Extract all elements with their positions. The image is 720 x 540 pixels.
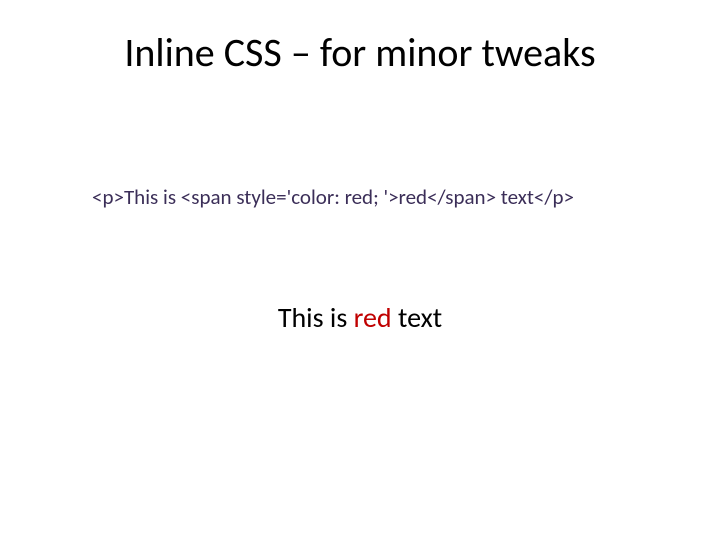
output-text-after: text — [392, 300, 443, 335]
rendered-output: This is red text — [0, 300, 720, 335]
code-example: <p>This is <span style='color: red; '>re… — [92, 184, 574, 210]
slide-title: Inline CSS – for minor tweaks — [0, 28, 720, 77]
output-text-before: This is — [278, 300, 354, 335]
slide: Inline CSS – for minor tweaks <p>This is… — [0, 0, 720, 540]
output-text-red: red — [354, 300, 392, 335]
